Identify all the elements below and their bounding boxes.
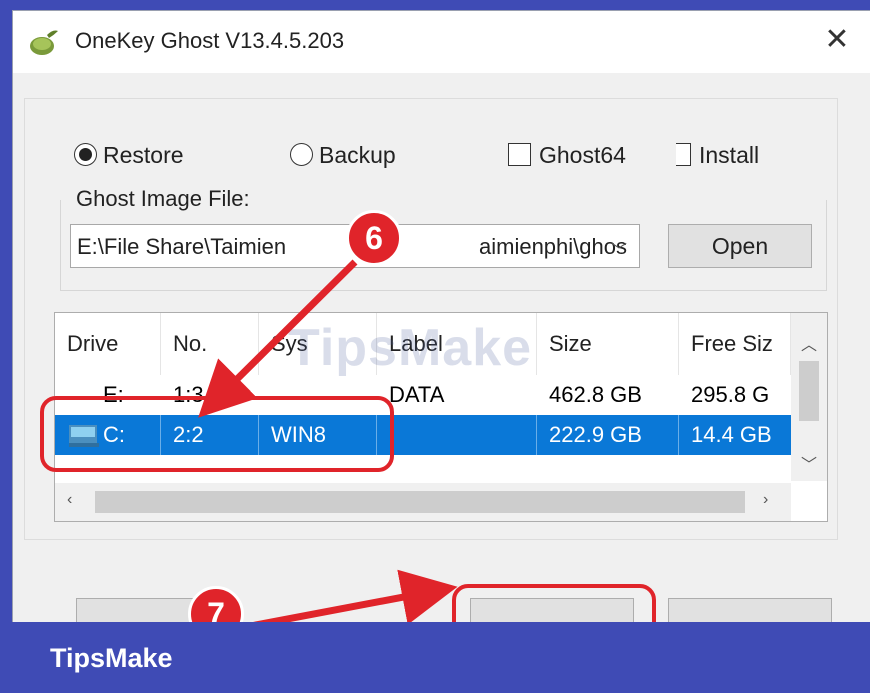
cell-size: 222.9 GB xyxy=(537,415,679,455)
ghost-image-file-label: Ghost Image File: xyxy=(76,186,254,212)
step-6-badge: 6 xyxy=(346,210,402,266)
scroll-up-icon[interactable]: ︿ xyxy=(801,331,817,355)
column-free-size[interactable]: Free Siz xyxy=(679,313,791,375)
scroll-thumb[interactable] xyxy=(799,361,819,421)
checkbox-icon xyxy=(676,143,691,166)
scroll-down-icon[interactable]: ﹀ xyxy=(801,451,817,475)
radio-unchecked-icon xyxy=(290,143,313,166)
cell-label: DATA xyxy=(389,382,445,407)
install-checkbox[interactable]: Install xyxy=(676,142,759,169)
ghost64-checkbox[interactable]: Ghost64 xyxy=(508,142,626,169)
scroll-right-icon[interactable]: › xyxy=(763,491,768,509)
image-file-value: E:\File Share\Taimien xyxy=(77,234,287,259)
scroll-left-icon[interactable]: ‹ xyxy=(67,491,72,509)
cell-free: 295.8 G xyxy=(691,382,770,407)
restore-radio[interactable]: Restore xyxy=(74,142,184,169)
horizontal-scrollbar[interactable]: ‹ › xyxy=(55,483,791,521)
ghost64-label: Ghost64 xyxy=(539,142,626,168)
backup-label: Backup xyxy=(319,142,396,168)
radio-checked-icon xyxy=(74,143,97,166)
cell-free: 14.4 GB xyxy=(691,422,772,447)
watermark-text: TipsMake xyxy=(288,319,533,377)
image-file-value-tail: aimienphi\ghos xyxy=(479,234,627,259)
chevron-down-icon[interactable]: ﹀ xyxy=(611,237,629,260)
title-bar: OneKey Ghost V13.4.5.203 ✕ xyxy=(13,11,870,73)
footer-brand: TipsMake xyxy=(50,643,173,673)
restore-label: Restore xyxy=(103,142,184,168)
vertical-scrollbar[interactable]: ︿ ﹀ xyxy=(791,313,827,481)
column-no[interactable]: No. xyxy=(161,313,259,375)
cell-size: 462.8 GB xyxy=(549,382,642,407)
column-drive[interactable]: Drive xyxy=(55,313,161,375)
backup-radio[interactable]: Backup xyxy=(290,142,396,169)
app-logo-icon xyxy=(30,30,58,55)
close-icon[interactable]: ✕ xyxy=(820,23,854,57)
scroll-thumb[interactable] xyxy=(95,491,745,513)
open-button[interactable]: Open xyxy=(668,224,812,268)
install-label: Install xyxy=(699,142,760,168)
column-size[interactable]: Size xyxy=(537,313,679,375)
window-title: OneKey Ghost V13.4.5.203 xyxy=(75,28,345,53)
checkbox-icon xyxy=(508,143,531,166)
cell-label xyxy=(377,415,537,455)
highlight-box-selected-row xyxy=(40,396,394,472)
